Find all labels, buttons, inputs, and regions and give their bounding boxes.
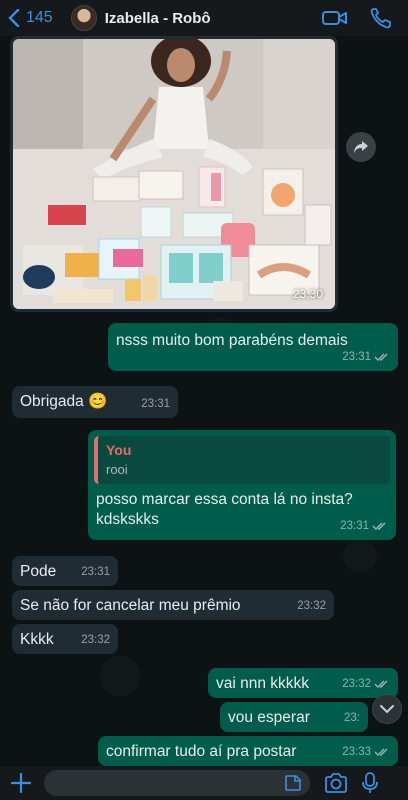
message-input[interactable] <box>44 770 310 796</box>
outgoing-message[interactable]: nsss muito bom parabéns demais 23:31 <box>108 323 398 371</box>
forward-icon <box>354 141 368 153</box>
incoming-message[interactable]: Kkkk 23:32 <box>12 624 118 654</box>
chat-header: 145 Izabella - Robô <box>0 0 408 36</box>
message-time: 23: <box>344 712 360 724</box>
message-time: 23:31 <box>141 398 170 410</box>
message-meta: 23:32 <box>297 596 326 616</box>
message-meta: 23:31 <box>141 394 170 414</box>
camera-icon[interactable] <box>324 773 348 793</box>
message-time: 23:31 <box>342 351 371 363</box>
read-ticks-icon <box>374 353 388 361</box>
phone-icon[interactable] <box>368 6 394 30</box>
photo-illustration <box>13 39 335 309</box>
scroll-down-button[interactable] <box>372 694 402 724</box>
message-text: Se não for cancelar meu prêmio <box>20 597 241 614</box>
incoming-message[interactable]: Obrigada 😊 23:31 <box>12 386 178 418</box>
outgoing-message[interactable]: vai nnn kkkkk 23:32 <box>208 668 398 698</box>
message-text: vou esperar <box>228 709 310 726</box>
image-message[interactable]: 23:30 <box>10 36 338 312</box>
outgoing-reply-message[interactable]: You rooi posso marcar essa conta lá no i… <box>88 430 396 540</box>
message-time: 23:32 <box>297 600 326 612</box>
message-time: 23:33 <box>342 746 371 758</box>
message-input-bar <box>0 766 408 800</box>
message-meta: 23:31 <box>342 347 390 367</box>
message-time: 23:32 <box>342 678 371 690</box>
incoming-message[interactable]: Pode 23:31 <box>12 556 118 586</box>
message-meta: 23:32 <box>342 674 390 694</box>
back-button[interactable]: 145 <box>8 9 53 27</box>
message-meta: 23:31 <box>81 562 110 582</box>
forward-button[interactable] <box>346 132 376 162</box>
photo[interactable]: 23:30 <box>13 39 335 309</box>
message-meta: 23: <box>344 708 360 728</box>
outgoing-message[interactable]: vou esperar 23: <box>220 702 368 732</box>
quote-author: You <box>106 442 132 458</box>
message-meta: 23:32 <box>81 630 110 650</box>
message-time: 23:31 <box>81 566 110 578</box>
message-text-line: posso marcar essa conta lá no insta? <box>96 491 353 508</box>
message-meta: 23:33 <box>342 742 390 762</box>
microphone-icon[interactable] <box>362 772 378 794</box>
chevron-down-icon <box>380 705 394 714</box>
incoming-message[interactable]: Se não for cancelar meu prêmio 23:32 <box>12 590 334 620</box>
back-count: 145 <box>26 9 53 26</box>
message-time: 23:30 <box>292 287 323 301</box>
message-time: 23:31 <box>340 520 369 532</box>
read-ticks-icon <box>374 680 388 688</box>
chevron-left-icon <box>8 9 20 27</box>
contact-name[interactable]: Izabella - Robô <box>105 10 211 27</box>
quoted-message[interactable]: You rooi <box>94 436 390 484</box>
message-meta: 23:31 <box>340 516 388 536</box>
plus-icon[interactable] <box>10 772 32 794</box>
message-time: 23:32 <box>81 634 110 646</box>
read-ticks-icon <box>372 522 386 530</box>
quote-text: rooi <box>106 462 128 477</box>
read-ticks-icon <box>374 748 388 756</box>
video-call-icon[interactable] <box>322 6 348 30</box>
sticker-icon[interactable] <box>284 774 302 792</box>
avatar[interactable] <box>70 5 97 31</box>
outgoing-message[interactable]: confirmar tudo aí pra postar 23:33 <box>98 736 398 766</box>
